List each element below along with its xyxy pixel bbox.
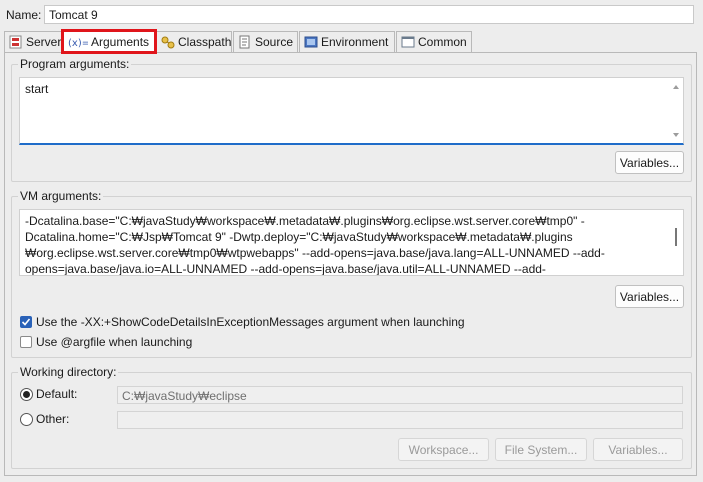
workspace-button[interactable]: Workspace... (398, 438, 489, 461)
default-label: Default: (36, 387, 78, 401)
program-arguments-value: start (25, 82, 49, 96)
tab-label: Arguments (91, 35, 150, 49)
tab-arguments[interactable]: (x)= Arguments (61, 29, 157, 54)
working-variables-button[interactable]: Variables... (593, 438, 683, 461)
program-arguments-title: Program arguments: (18, 57, 132, 71)
show-code-details-checkbox[interactable] (20, 316, 32, 328)
tab-label: Server (26, 35, 62, 49)
vm-arguments-field[interactable]: -Dcatalina.base="C:₩javaStudy₩workspace₩… (19, 209, 684, 276)
argfile-checkbox[interactable] (20, 336, 32, 348)
other-label: Other: (36, 412, 70, 426)
tab-common[interactable]: Common (396, 31, 472, 52)
vm-arguments-line: -Dcatalina.base="C:₩javaStudy₩workspace₩… (25, 214, 585, 228)
tab-environment[interactable]: Environment (299, 31, 395, 52)
environment-icon (304, 35, 318, 49)
program-variables-button[interactable]: Variables... (615, 151, 684, 174)
name-field[interactable]: Tomcat 9 (44, 5, 694, 24)
vm-arguments-line: ₩org.eclipse.wst.server.core₩tmp0₩wtpweb… (25, 246, 605, 260)
checkmark-icon (21, 318, 31, 326)
classpath-icon (161, 35, 175, 49)
vm-arguments-scrollbar[interactable] (669, 210, 683, 275)
argfile-label: Use @argfile when launching (36, 335, 193, 349)
name-label: Name: (6, 8, 42, 22)
default-radio[interactable] (20, 388, 33, 401)
working-directory-title: Working directory: (18, 365, 119, 379)
file-system-button[interactable]: File System... (495, 438, 587, 461)
vm-variables-button[interactable]: Variables... (615, 285, 684, 308)
vm-arguments-line: opens=java.base/java.io=ALL-UNNAMED --ad… (25, 262, 546, 276)
other-radio[interactable] (20, 413, 33, 426)
other-directory-field (117, 411, 683, 429)
tab-server[interactable]: Server (4, 31, 62, 52)
program-arguments-scrollbar[interactable] (669, 78, 683, 143)
program-arguments-field[interactable]: start (19, 77, 684, 145)
vm-arguments-title: VM arguments: (18, 189, 104, 203)
server-icon (9, 35, 23, 49)
tab-label: Source (255, 35, 294, 49)
arguments-icon: (x)= (68, 35, 90, 49)
common-icon (401, 35, 415, 49)
tab-label: Common (418, 35, 467, 49)
source-icon (238, 35, 252, 49)
tab-bar: Server (x)= Arguments Classpath Source E… (4, 29, 474, 54)
default-directory-field: C:₩javaStudy₩eclipse (117, 386, 683, 404)
tab-classpath[interactable]: Classpath (156, 31, 232, 52)
svg-text:(x)=: (x)= (68, 38, 88, 49)
tab-label: Environment (321, 35, 389, 49)
vm-arguments-line: Dcatalina.home="C:₩Jsp₩Tomcat 9" -Dwtp.d… (25, 230, 573, 244)
tab-source[interactable]: Source (233, 31, 298, 52)
tab-label: Classpath (178, 35, 232, 49)
show-code-details-label: Use the -XX:+ShowCodeDetailsInExceptionM… (36, 315, 465, 329)
